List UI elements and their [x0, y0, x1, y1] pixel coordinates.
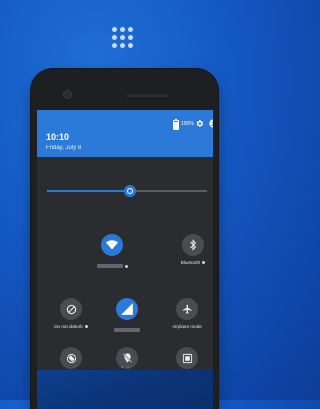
wifi-icon[interactable]	[101, 234, 123, 256]
chevron-dot-icon[interactable]	[84, 325, 88, 329]
phone-screen: 100% 10:10 Friday, July 8 Bluetooth Do no…	[37, 110, 213, 409]
brightness-icon[interactable]	[124, 185, 137, 197]
tile-dnd[interactable]: Do not disturb	[41, 298, 101, 330]
redacted-label	[114, 328, 140, 332]
tile-wifi[interactable]	[82, 234, 142, 270]
app-logo-icon	[112, 27, 134, 49]
tile-cellular[interactable]	[97, 298, 157, 334]
tile-label-text: Do not disturb	[54, 324, 83, 329]
account-icon[interactable]	[209, 119, 213, 128]
tile-label: Do not disturb	[41, 324, 101, 330]
edit-tiles-icon[interactable]	[176, 347, 198, 369]
tile-label	[97, 324, 157, 334]
slider-fill	[47, 190, 131, 192]
chevron-dot-icon[interactable]	[124, 265, 128, 269]
tile-label: Bluetooth	[163, 260, 213, 266]
quick-settings-header: 100% 10:10 Friday, July 8	[37, 110, 213, 157]
do-not-disturb-icon[interactable]	[60, 298, 82, 320]
bluetooth-icon[interactable]	[182, 234, 204, 256]
tile-label	[82, 260, 142, 270]
airplane-icon[interactable]	[176, 298, 198, 320]
auto-rotate-icon[interactable]	[60, 347, 82, 369]
chevron-dot-icon[interactable]	[202, 261, 206, 265]
clock-date: Friday, July 8	[46, 145, 82, 151]
brightness-slider[interactable]	[47, 185, 207, 197]
tile-bluetooth[interactable]: Bluetooth	[163, 234, 213, 266]
tile-airplane[interactable]: Airplane mode	[157, 298, 213, 330]
battery-percentage: 100%	[181, 121, 194, 127]
wallpaper	[37, 370, 213, 409]
gear-icon[interactable]	[195, 119, 204, 128]
tile-label-text: Bluetooth	[180, 260, 201, 265]
earpiece-speaker	[126, 94, 169, 97]
battery-icon	[173, 119, 179, 130]
front-camera	[63, 90, 72, 99]
page-dot-active	[121, 366, 123, 368]
tile-label: Airplane mode	[157, 324, 213, 330]
page-dot	[127, 366, 129, 368]
phone-frame: 100% 10:10 Friday, July 8 Bluetooth Do no…	[31, 69, 218, 409]
clock-time: 10:10	[46, 132, 70, 142]
redacted-label	[96, 264, 123, 268]
tile-label-text: Airplane mode	[172, 324, 202, 329]
cellular-signal-icon[interactable]	[116, 298, 138, 320]
page-indicator	[121, 365, 133, 369]
